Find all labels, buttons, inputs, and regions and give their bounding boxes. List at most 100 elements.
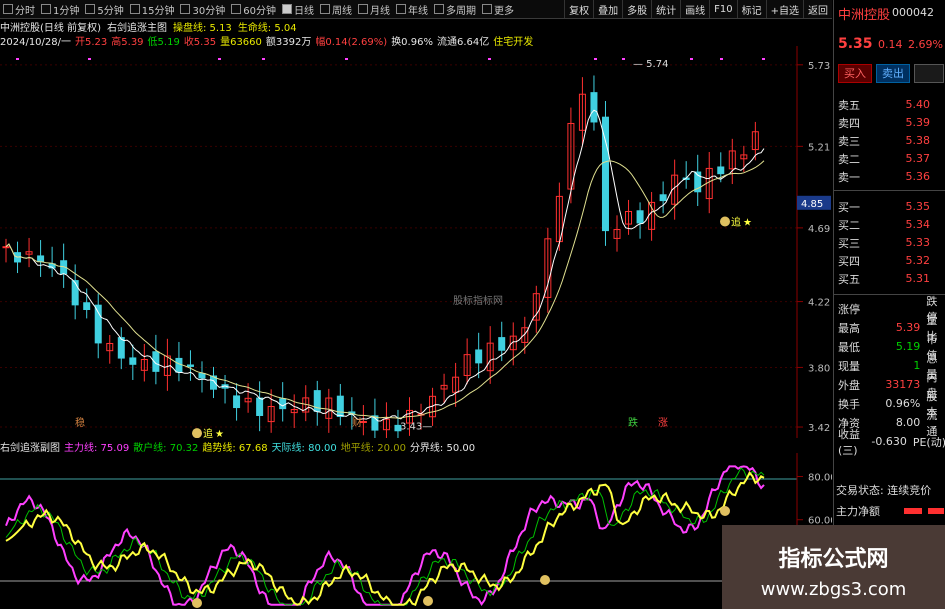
main-chart[interactable]: — 5.743.43—追★追★追★追★稳财跌涨股标指标网 5.735.214.6…: [0, 46, 832, 438]
signal-dot: [262, 58, 265, 60]
chase-signal-icon: [192, 428, 202, 438]
quote-row: 买三 5.33: [834, 234, 945, 251]
main-chart-header: 中洲控股(日线 前复权) 右剑追涨主图 操盘线: 5.13 生命线: 5.04: [0, 19, 790, 34]
quote-value: 0.96%: [885, 397, 921, 410]
period-label: 日线: [293, 5, 314, 17]
toolbar-buttons: 复权 叠加 多股 统计 画线 F10 标记 +自选 返回: [564, 0, 832, 18]
quote-label: 买一: [838, 200, 860, 214]
period-tab[interactable]: 30分钟: [177, 0, 228, 18]
sector-value[interactable]: 住宅开发: [493, 33, 533, 48]
candle-body: [256, 397, 264, 416]
signal-dot: [720, 58, 723, 60]
buy-button[interactable]: 买入: [838, 64, 872, 83]
quote-label: 卖一: [838, 170, 860, 184]
pan-line: [5, 109, 765, 422]
y-tick-label: 5.21: [808, 142, 830, 153]
divider-value: 分界线: 50.00: [409, 443, 476, 454]
last-price: 5.35: [838, 36, 873, 52]
quote-value: 5.34: [905, 218, 931, 231]
event-marker: 财: [352, 416, 362, 429]
candle-body: [475, 349, 483, 364]
period-tab[interactable]: 周线: [317, 0, 355, 18]
open-value: 开5.23: [75, 37, 108, 48]
quote-label: 卖五: [838, 98, 860, 112]
toolbar-button[interactable]: F10: [709, 0, 736, 18]
candle-body: [2, 246, 10, 249]
candle-body: [590, 92, 598, 123]
quote-row: 卖四 5.39: [834, 114, 945, 131]
sub-y-tick-label: 80.00: [808, 473, 832, 484]
y-tick-label: 4.69: [808, 224, 830, 235]
toolbar-button[interactable]: 标记: [736, 0, 766, 18]
quote-value: 5.33: [905, 236, 931, 249]
checkbox-icon: [85, 4, 96, 14]
sub-indicator-name[interactable]: 右剑追涨副图: [0, 439, 60, 454]
period-label: 多周期: [445, 5, 476, 17]
quote-row: 收益(三) -0.630 PE(动): [834, 428, 945, 457]
period-tab[interactable]: 60分钟: [228, 0, 279, 18]
candle-body: [279, 398, 287, 410]
signal-dot: [622, 58, 625, 60]
checkbox-icon: [357, 4, 368, 14]
low-label: 3.43—: [400, 421, 432, 432]
quote-row: 买五 5.31: [834, 270, 945, 287]
period-tab[interactable]: 1分钟: [38, 0, 82, 18]
period-tab[interactable]: 更多: [479, 0, 517, 18]
period-tab[interactable]: 分时: [0, 0, 38, 18]
checkbox-icon: [281, 4, 292, 14]
quote-row: 买四 5.32: [834, 252, 945, 269]
quote-label: 涨停: [838, 302, 860, 316]
quote-row: 买一 5.35: [834, 198, 945, 215]
sky-value: 天际线: 80.00: [271, 443, 337, 454]
toolbar-button[interactable]: +自选: [765, 0, 803, 18]
stock-name: 中洲控股: [838, 8, 891, 23]
period-tab[interactable]: 多周期: [431, 0, 479, 18]
checkbox-icon: [41, 4, 51, 14]
period-label: 分时: [15, 5, 35, 17]
toolbar-button[interactable]: 画线: [680, 0, 709, 18]
toolbar-button[interactable]: 返回: [803, 0, 832, 18]
quote-value: 1: [913, 359, 921, 372]
high-value: 高5.39: [111, 37, 144, 48]
checkbox-icon: [395, 4, 406, 14]
checkbox-icon: [129, 4, 140, 14]
amount-value: 额3392万: [265, 37, 312, 48]
quote-value: 5.36: [905, 170, 931, 183]
candle-body: [659, 194, 667, 202]
period-tab[interactable]: 5分钟: [82, 0, 126, 18]
quote-label: 买二: [838, 218, 860, 232]
price-change: 0.14: [878, 38, 903, 51]
y-tick-label: 3.42: [808, 423, 830, 434]
quote-value: 5.39: [895, 321, 921, 334]
quote-value: 33173: [885, 378, 921, 391]
date-value: 2024/10/28/一: [0, 37, 72, 48]
period-label: 年线: [407, 5, 428, 17]
toolbar-button[interactable]: 统计: [651, 0, 680, 18]
retail-value: 散户线: 70.32: [133, 443, 199, 454]
indicator-name[interactable]: 右剑追涨主图: [107, 19, 167, 34]
quote-value: 5.39: [905, 116, 931, 129]
more-button[interactable]: [914, 64, 944, 83]
sell-button[interactable]: 卖出: [876, 64, 910, 83]
period-toolbar: 分时 1分钟 5分钟 15分钟 30分钟 60分钟 日线 周线 月线 年线 多周期 更多 复权 叠加 多股统…: [0, 0, 832, 19]
quote-label: 卖二: [838, 152, 860, 166]
toolbar-button[interactable]: 复权: [564, 0, 593, 18]
period-tab[interactable]: 日线: [279, 0, 317, 18]
toolbar-button[interactable]: 多股: [622, 0, 651, 18]
period-label: 60分钟: [243, 5, 276, 17]
sub-chart-header: 右剑追涨副图 主力线: 75.09 散户线: 70.32 趋势线: 67.68 …: [0, 439, 790, 454]
chase-signal-icon: [720, 216, 730, 227]
signal-dot: [88, 58, 91, 60]
period-tab[interactable]: 年线: [393, 0, 431, 18]
price-marker-label: 4.85: [801, 199, 823, 210]
y-tick-label: 3.80: [808, 363, 830, 374]
period-tab[interactable]: 月线: [355, 0, 393, 18]
sub-chart[interactable]: 80.0060.00: [0, 453, 832, 609]
banner-title: 指标公式网: [778, 547, 889, 572]
candle-body: [233, 395, 241, 409]
signal-dot: [488, 58, 491, 60]
event-marker: 稳: [75, 416, 85, 429]
toolbar-button[interactable]: 叠加: [593, 0, 622, 18]
period-tab[interactable]: 15分钟: [127, 0, 178, 18]
quote-value: 5.38: [905, 134, 931, 147]
